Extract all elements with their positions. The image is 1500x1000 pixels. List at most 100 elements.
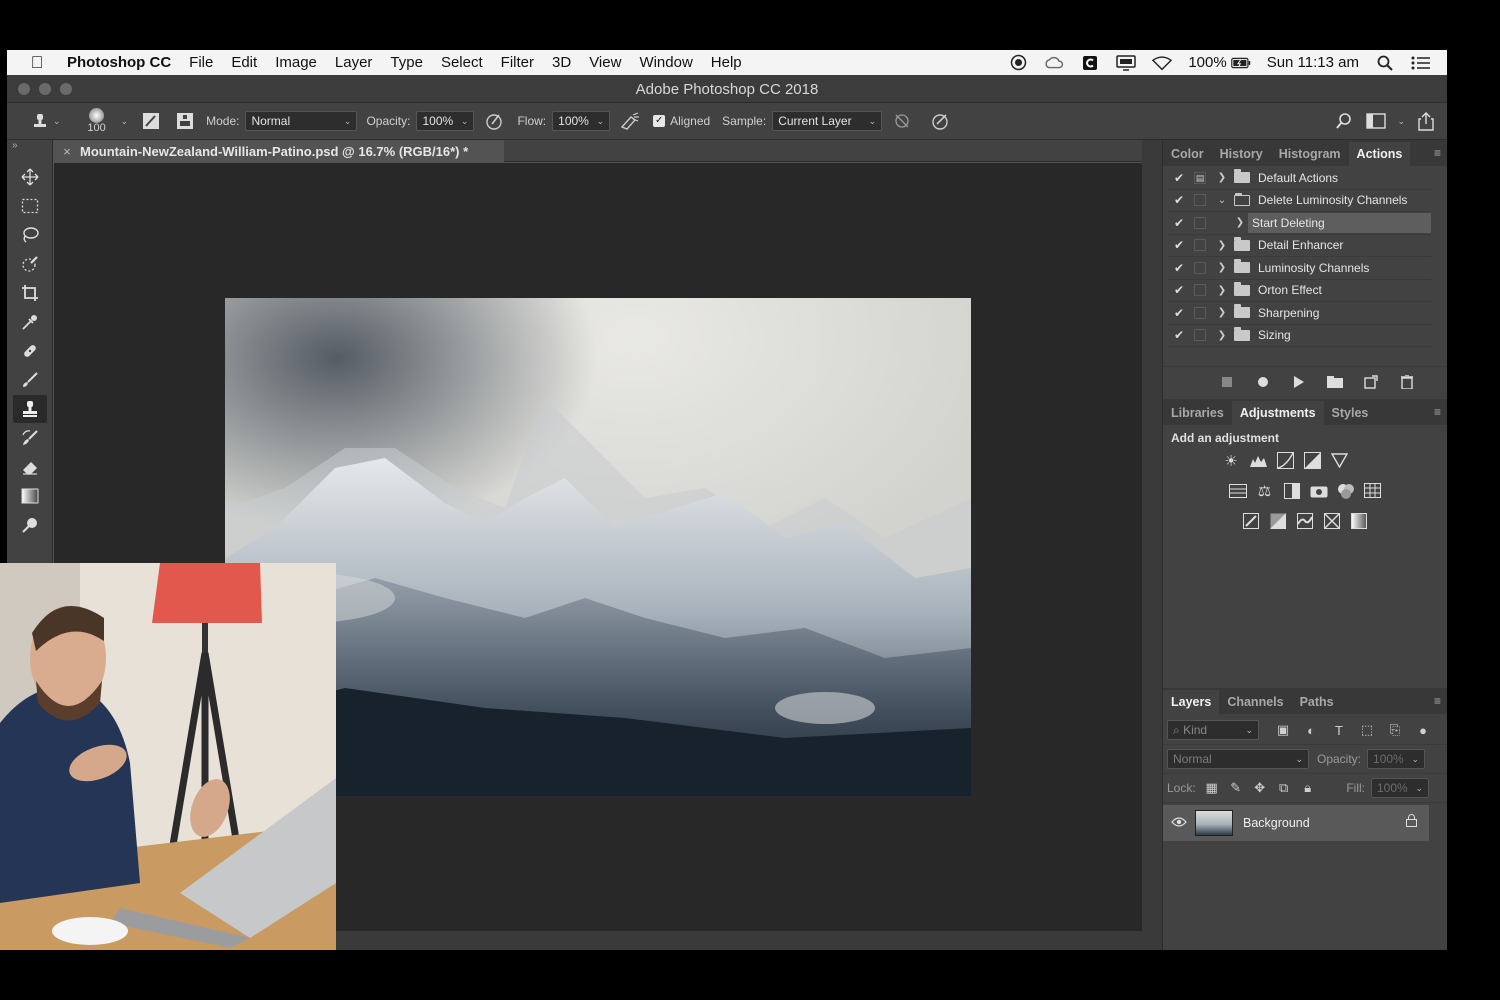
- dodge-tool-icon[interactable]: [13, 511, 47, 539]
- action-toggle-icon[interactable]: ✔: [1168, 261, 1190, 275]
- invert-icon[interactable]: [1242, 511, 1261, 530]
- app-menu[interactable]: Photoshop CC: [67, 54, 180, 71]
- creative-cloud-icon[interactable]: [1044, 55, 1064, 71]
- opacity-field[interactable]: 100% ⌄: [416, 111, 475, 131]
- dialog-toggle-icon[interactable]: [1194, 216, 1206, 229]
- dialog-toggle-icon[interactable]: [1194, 239, 1206, 252]
- workspace-chevron-icon[interactable]: ⌄: [1397, 116, 1405, 127]
- play-icon[interactable]: [1287, 372, 1311, 392]
- menu-file[interactable]: File: [180, 54, 222, 71]
- c-app-icon[interactable]: [1080, 55, 1100, 71]
- tab-paths[interactable]: Paths: [1292, 690, 1342, 714]
- stop-icon[interactable]: [1215, 372, 1239, 392]
- display-icon[interactable]: [1116, 54, 1137, 71]
- trash-icon[interactable]: [1395, 372, 1419, 392]
- channel-mixer-icon[interactable]: [1336, 481, 1355, 500]
- filter-smart-object-icon[interactable]: ⎘: [1383, 720, 1407, 740]
- chevron-down-icon[interactable]: ⌄: [1214, 195, 1230, 206]
- filter-toggle-icon[interactable]: ●: [1411, 720, 1435, 740]
- workspace-icon[interactable]: [1365, 110, 1387, 132]
- crop-tool-icon[interactable]: [13, 279, 47, 307]
- brush-settings-icon[interactable]: [140, 110, 162, 132]
- blend-mode-dropdown[interactable]: Normal ⌄: [1167, 749, 1309, 769]
- action-item[interactable]: ✔ ▤ ❯ Default Actions: [1168, 167, 1431, 190]
- chevron-right-icon[interactable]: ❯: [1214, 172, 1230, 183]
- aligned-checkbox[interactable]: ✓: [653, 115, 666, 127]
- quick-selection-tool-icon[interactable]: [13, 250, 47, 278]
- action-toggle-icon[interactable]: ✔: [1168, 171, 1190, 185]
- dialog-toggle-icon[interactable]: ▤: [1194, 171, 1206, 184]
- lock-image-icon[interactable]: ✎: [1224, 778, 1248, 798]
- search-icon[interactable]: [1333, 110, 1355, 132]
- menu-image[interactable]: Image: [266, 54, 326, 71]
- menu-layer[interactable]: Layer: [326, 54, 382, 71]
- tab-layers[interactable]: Layers: [1163, 690, 1220, 714]
- action-item[interactable]: ✔ ⌄ Delete Luminosity Channels: [1168, 190, 1431, 212]
- record-icon[interactable]: [1008, 54, 1028, 71]
- new-set-folder-icon[interactable]: [1323, 372, 1347, 392]
- ignore-adjustment-layers-icon[interactable]: [891, 110, 913, 132]
- dialog-toggle-icon[interactable]: [1194, 306, 1206, 319]
- black-white-icon[interactable]: [1282, 481, 1301, 500]
- dialog-toggle-icon[interactable]: [1194, 261, 1206, 274]
- pressure-size-icon[interactable]: [929, 110, 951, 132]
- lock-all-icon[interactable]: 🔒︎: [1296, 778, 1320, 798]
- clock[interactable]: Sun 11:13 am: [1267, 54, 1359, 71]
- tools-collapse-icon[interactable]: »: [7, 140, 52, 154]
- filter-shape-icon[interactable]: ⬚: [1355, 720, 1379, 740]
- chevron-right-icon[interactable]: ❯: [1214, 240, 1230, 251]
- kind-filter-dropdown[interactable]: ⌕ Kind ⌄: [1167, 720, 1259, 740]
- threshold-icon[interactable]: [1296, 511, 1315, 530]
- document-tab[interactable]: × Mountain-NewZealand-William-Patino.psd…: [54, 140, 504, 162]
- brightness-contrast-icon[interactable]: ☀: [1222, 451, 1241, 470]
- brush-tip-preview[interactable]: [89, 108, 105, 123]
- menu-edit[interactable]: Edit: [222, 54, 266, 71]
- chevron-right-icon[interactable]: ❯: [1214, 262, 1230, 273]
- menu-help[interactable]: Help: [702, 54, 751, 71]
- mode-dropdown[interactable]: Normal ⌄: [245, 111, 358, 131]
- history-brush-tool-icon[interactable]: [13, 424, 47, 452]
- action-item[interactable]: ✔ ❯ Sizing: [1168, 325, 1431, 347]
- tab-histogram[interactable]: Histogram: [1271, 142, 1349, 166]
- filter-type-icon[interactable]: T: [1327, 720, 1351, 740]
- record-action-icon[interactable]: [1251, 372, 1275, 392]
- action-toggle-icon[interactable]: ✔: [1168, 238, 1190, 252]
- menu-view[interactable]: View: [580, 54, 630, 71]
- clone-stamp-preset-icon[interactable]: [29, 110, 51, 132]
- action-item[interactable]: ✔ ❯ Detail Enhancer: [1168, 235, 1431, 257]
- filter-adjustment-icon[interactable]: ◐: [1299, 720, 1323, 740]
- tab-channels[interactable]: Channels: [1219, 690, 1291, 714]
- share-icon[interactable]: [1415, 110, 1437, 132]
- menu-window[interactable]: Window: [630, 54, 701, 71]
- tab-adjustments[interactable]: Adjustments: [1231, 401, 1324, 425]
- apple-menu-icon[interactable]: : [7, 53, 67, 73]
- action-item[interactable]: ✔ ❯ Sharpening: [1168, 302, 1431, 325]
- color-balance-icon[interactable]: ⚖: [1255, 481, 1274, 500]
- lock-position-icon[interactable]: ✥: [1248, 778, 1272, 798]
- eye-icon[interactable]: [1163, 814, 1195, 832]
- curves-icon[interactable]: [1276, 451, 1295, 470]
- color-lookup-icon[interactable]: [1363, 481, 1382, 500]
- battery-percentage[interactable]: 100%: [1188, 54, 1226, 71]
- chevron-right-icon[interactable]: ❯: [1232, 217, 1248, 228]
- gradient-tool-icon[interactable]: [13, 482, 47, 510]
- dialog-toggle-icon[interactable]: [1194, 329, 1206, 342]
- mountain-photo[interactable]: [225, 298, 971, 796]
- dialog-toggle-icon[interactable]: [1194, 194, 1206, 207]
- flow-field[interactable]: 100% ⌄: [552, 111, 611, 131]
- layer-row[interactable]: Background: [1163, 805, 1429, 841]
- action-item[interactable]: ✔ ❯ Start Deleting: [1168, 212, 1431, 235]
- chevron-right-icon[interactable]: ❯: [1214, 330, 1230, 341]
- chevron-down-icon[interactable]: ⌄: [53, 116, 61, 127]
- menu-type[interactable]: Type: [381, 54, 432, 71]
- menu-select[interactable]: Select: [432, 54, 492, 71]
- tab-libraries[interactable]: Libraries: [1163, 401, 1232, 425]
- pressure-opacity-icon[interactable]: [483, 110, 505, 132]
- marquee-tool-icon[interactable]: [13, 192, 47, 220]
- brush-picker-chevron-icon[interactable]: ⌄: [121, 116, 129, 127]
- selective-color-icon[interactable]: [1323, 511, 1342, 530]
- vibrance-icon[interactable]: [1330, 451, 1349, 470]
- fill-field[interactable]: 100% ⌄: [1371, 778, 1429, 798]
- new-action-icon[interactable]: [1359, 372, 1383, 392]
- spotlight-search-icon[interactable]: [1375, 55, 1395, 71]
